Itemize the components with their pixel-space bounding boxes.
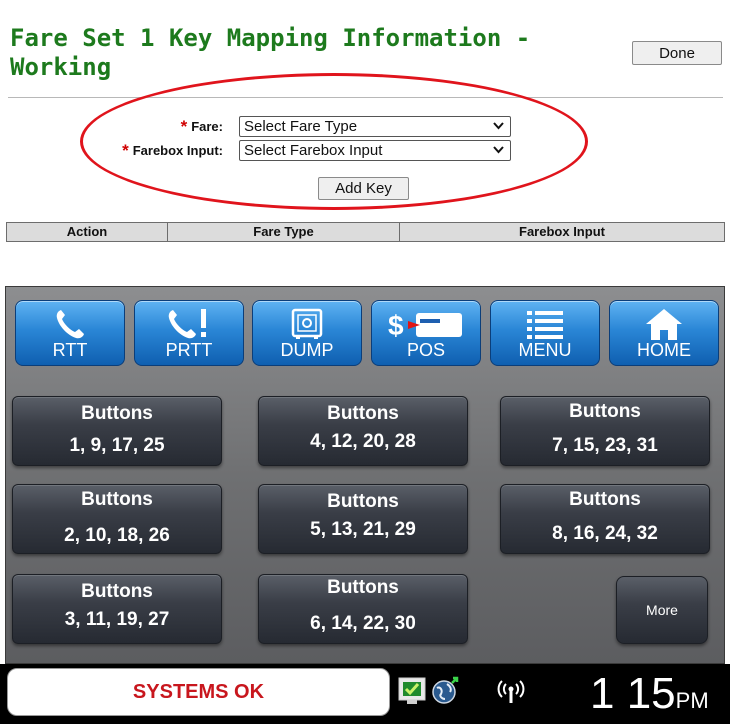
phone-alert-icon — [135, 307, 243, 341]
key-button-8-16-24-32[interactable]: Buttons 8, 16, 24, 32 — [500, 484, 710, 554]
list-menu-icon — [491, 307, 599, 341]
dump-button[interactable]: DUMP — [252, 300, 362, 366]
key-button-1-9-17-25[interactable]: Buttons 1, 9, 17, 25 — [12, 396, 222, 466]
wireless-signal-icon[interactable] — [496, 678, 526, 711]
clock-ampm: PM — [675, 688, 709, 713]
column-header-fare-type[interactable]: Fare Type — [168, 223, 400, 241]
clock: 1 15PM — [590, 664, 709, 724]
column-header-farebox-input[interactable]: Farebox Input — [400, 223, 724, 241]
fare-type-select-value: Select Fare Type — [244, 118, 358, 135]
required-marker: * — [180, 117, 188, 136]
key-button-5-13-21-29[interactable]: Buttons 5, 13, 21, 29 — [258, 484, 468, 554]
fare-label: * Fare: — [180, 117, 223, 136]
pos-button[interactable]: $ POS — [371, 300, 481, 366]
chevron-down-icon — [493, 119, 504, 137]
key-button-6-14-22-30[interactable]: Buttons 6, 14, 22, 30 — [258, 574, 468, 644]
key-button-2-10-18-26[interactable]: Buttons 2, 10, 18, 26 — [12, 484, 222, 554]
rtt-button[interactable]: RTT — [15, 300, 125, 366]
fare-type-select[interactable]: Select Fare Type — [239, 116, 511, 137]
phone-icon — [16, 307, 124, 341]
chevron-down-icon — [493, 143, 504, 161]
key-button-7-15-23-31[interactable]: Buttons 7, 15, 23, 31 — [500, 396, 710, 466]
home-button[interactable]: HOME — [609, 300, 719, 366]
home-icon — [610, 307, 718, 341]
column-header-action[interactable]: Action — [7, 223, 168, 241]
add-key-button[interactable]: Add Key — [318, 177, 409, 200]
done-button[interactable]: Done — [632, 41, 722, 65]
more-button[interactable]: More — [616, 576, 708, 644]
farebox-input-label: * Farebox Input: — [122, 141, 223, 160]
table-header: Action Fare Type Farebox Input — [6, 222, 725, 242]
svg-text:$: $ — [388, 310, 404, 341]
systems-status-message: SYSTEMS OK — [7, 668, 390, 716]
safe-icon — [253, 307, 361, 341]
monitor-check-icon[interactable] — [398, 676, 426, 711]
pos-card-icon: $ — [372, 307, 480, 341]
key-button-3-11-19-27[interactable]: Buttons 3, 11, 19, 27 — [12, 574, 222, 644]
clock-time: 1 15 — [590, 669, 676, 718]
prtt-button[interactable]: PRTT — [134, 300, 244, 366]
farebox-input-select-value: Select Farebox Input — [244, 142, 383, 159]
menu-button[interactable]: MENU — [490, 300, 600, 366]
key-button-4-12-20-28[interactable]: Buttons 4, 12, 20, 28 — [258, 396, 468, 466]
required-marker: * — [122, 141, 129, 160]
globe-icon[interactable] — [430, 676, 462, 711]
farebox-input-select[interactable]: Select Farebox Input — [239, 140, 511, 161]
